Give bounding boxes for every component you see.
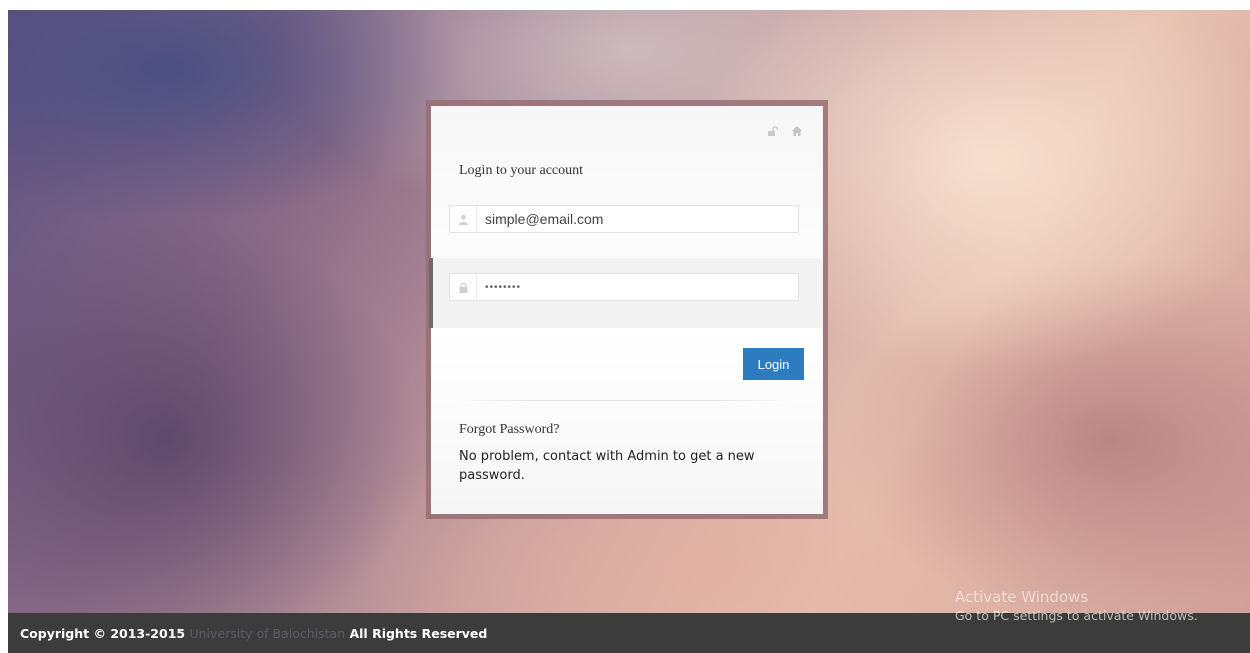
- watermark-subtitle: Go to PC settings to activate Windows.: [955, 608, 1198, 623]
- forgot-password-text: No problem, contact with Admin to get a …: [459, 449, 755, 483]
- login-button[interactable]: Login: [743, 348, 804, 380]
- password-row: [429, 258, 823, 328]
- password-input[interactable]: [477, 274, 798, 300]
- unlock-icon[interactable]: [767, 125, 779, 137]
- copyright-text: Copyright © 2013-2015 University of Balo…: [20, 626, 487, 641]
- user-icon: [450, 206, 477, 232]
- forgot-password-title: Forgot Password?: [459, 422, 560, 437]
- lock-icon: [450, 274, 477, 300]
- university-link[interactable]: University of Balochistan: [189, 626, 345, 641]
- password-field[interactable]: [449, 273, 799, 301]
- copyright-prefix: Copyright © 2013-2015: [20, 626, 190, 641]
- watermark-title: Activate Windows: [955, 588, 1089, 606]
- login-title: Login to your account: [459, 163, 584, 178]
- active-row-indicator: [429, 258, 433, 328]
- activate-windows-watermark: Activate Windows Go to PC settings to ac…: [955, 587, 1198, 625]
- copyright-suffix: All Rights Reserved: [345, 626, 488, 641]
- divider: [459, 400, 789, 401]
- login-card: Login to your account Login Forgot Passw…: [429, 106, 823, 514]
- email-field[interactable]: [449, 205, 799, 233]
- home-icon[interactable]: [791, 125, 803, 137]
- card-top-icons: [767, 125, 803, 137]
- email-input[interactable]: [477, 206, 798, 232]
